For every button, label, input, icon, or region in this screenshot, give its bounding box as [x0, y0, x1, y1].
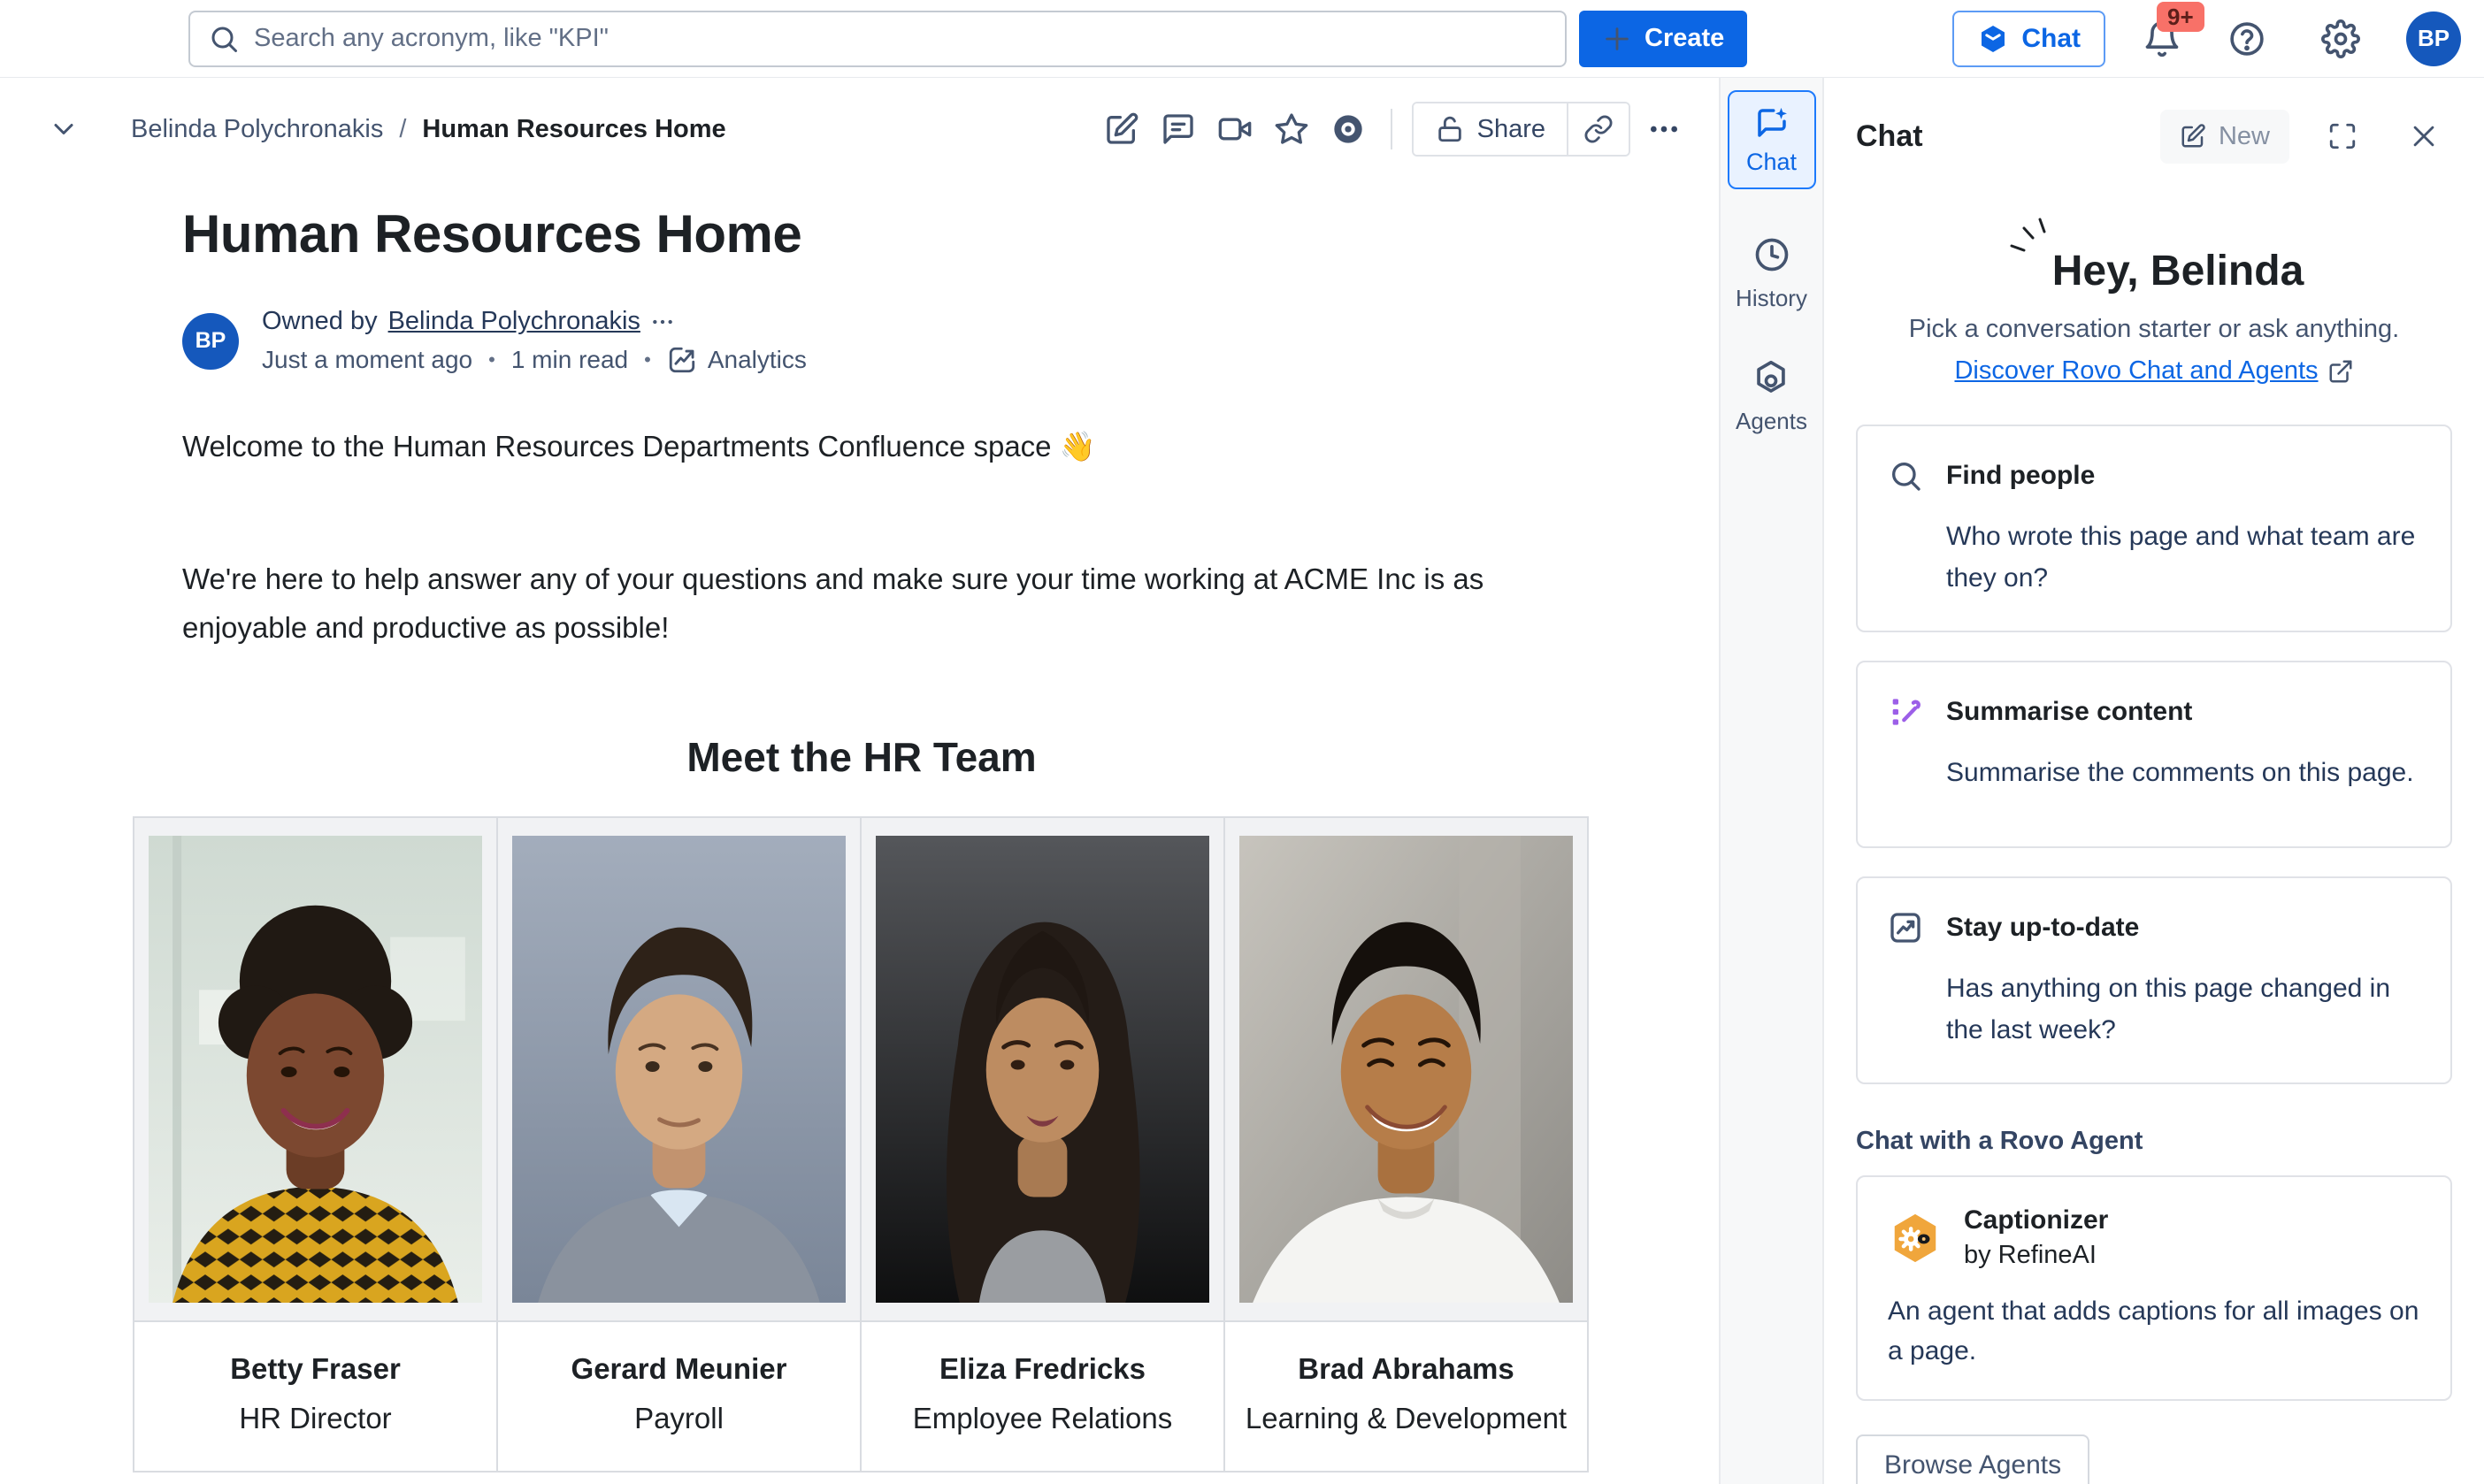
toolbar-divider — [1391, 109, 1392, 149]
rovo-agent-section-heading: Chat with a Rovo Agent — [1856, 1127, 2452, 1156]
member-role: HR Director — [143, 1402, 487, 1435]
owner-avatar[interactable]: BP — [182, 313, 239, 370]
analytics-button[interactable]: Analytics — [667, 345, 807, 375]
welcome-paragraph: Welcome to the Human Resources Departmen… — [133, 423, 1513, 470]
owned-by-label: Owned by — [262, 307, 378, 336]
page-title: Human Resources Home — [182, 203, 1591, 264]
analytics-icon — [667, 345, 697, 375]
last-updated: Just a moment ago — [262, 346, 472, 374]
help-button[interactable] — [2219, 11, 2275, 67]
sparkle-decoration-icon — [2005, 216, 2051, 265]
expand-chat-button[interactable] — [2314, 108, 2371, 164]
comments-button[interactable] — [1150, 101, 1207, 157]
new-chat-pencil-icon — [2180, 123, 2206, 149]
team-member-cell: Brad Abrahams Learning & Development — [1224, 1321, 1588, 1472]
summarise-pencil-icon — [1888, 694, 1923, 730]
team-member-cell: Gerard Meunier Payroll — [497, 1321, 861, 1472]
rovo-logo-icon — [1977, 23, 2009, 55]
hr-team-table: Betty Fraser HR Director Gerard Meunier … — [133, 816, 1589, 1473]
rail-tab-history[interactable]: History — [1736, 235, 1807, 312]
more-actions-button[interactable] — [1636, 101, 1692, 157]
rail-tab-chat[interactable]: Chat — [1728, 90, 1816, 189]
owner-link[interactable]: Belinda Polychronakis — [388, 307, 640, 336]
byline-more-button[interactable] — [651, 310, 674, 333]
team-member-cell: Betty Fraser HR Director — [134, 1321, 497, 1472]
breadcrumb-current-page: Human Resources Home — [422, 115, 725, 144]
search-input[interactable] — [254, 24, 1547, 53]
member-role: Learning & Development — [1234, 1402, 1578, 1435]
discover-rovo-link[interactable]: Discover Rovo Chat and Agents — [1954, 356, 2318, 386]
agents-icon — [1752, 358, 1790, 397]
breadcrumb: Belinda Polychronakis / Human Resources … — [131, 115, 726, 144]
chat-panel: Chat New Hey, Belinda — [1822, 78, 2484, 1484]
breadcrumb-separator: / — [399, 115, 406, 144]
unlock-icon — [1435, 114, 1465, 144]
starter-card-summarise-content[interactable]: Summarise content Summarise the comments… — [1856, 661, 2452, 848]
video-button[interactable] — [1207, 101, 1263, 157]
global-search[interactable] — [188, 11, 1567, 67]
new-chat-button[interactable]: New — [2160, 110, 2289, 164]
member-name: Eliza Fredricks — [870, 1352, 1215, 1386]
star-button[interactable] — [1263, 101, 1320, 157]
trend-chart-icon — [1888, 910, 1923, 945]
history-icon — [1752, 235, 1791, 274]
chat-sparkle-icon — [1753, 104, 1790, 142]
photo-gerard-meunier — [512, 836, 846, 1303]
team-photo-cell — [1224, 817, 1588, 1321]
user-avatar[interactable]: BP — [2406, 11, 2461, 66]
team-photo-cell — [861, 817, 1224, 1321]
plus-icon — [1602, 24, 1632, 54]
right-rail: Chat History Agents — [1719, 78, 1822, 1484]
share-button[interactable]: Share — [1414, 103, 1567, 155]
photo-eliza-fredricks — [876, 836, 1209, 1303]
photo-betty-fraser — [149, 836, 482, 1303]
page-content-area: Belinda Polychronakis / Human Resources … — [0, 78, 1719, 1484]
top-navigation-bar: Create Chat 9+ BP — [0, 0, 2484, 78]
watch-button[interactable] — [1320, 101, 1376, 157]
team-photo-cell — [134, 817, 497, 1321]
create-button[interactable]: Create — [1579, 11, 1747, 67]
chat-greeting: Hey, Belinda — [2052, 247, 2304, 295]
member-name: Gerard Meunier — [507, 1352, 851, 1386]
intro-paragraph: We're here to help answer any of your qu… — [133, 555, 1513, 652]
agent-card-captionizer[interactable]: Captionizer by RefineAI An agent that ad… — [1856, 1175, 2452, 1401]
close-chat-button[interactable] — [2396, 108, 2452, 164]
settings-button[interactable] — [2312, 11, 2369, 67]
chat-toggle-button[interactable]: Chat — [1952, 11, 2105, 67]
edit-page-button[interactable] — [1093, 101, 1150, 157]
member-role: Employee Relations — [870, 1402, 1215, 1435]
team-photo-cell — [497, 817, 861, 1321]
notifications-button[interactable]: 9+ — [2143, 19, 2181, 58]
search-icon — [208, 23, 240, 55]
team-member-cell: Eliza Fredricks Employee Relations — [861, 1321, 1224, 1472]
collapse-sidebar-button[interactable] — [35, 101, 92, 157]
copy-link-button[interactable] — [1567, 103, 1629, 155]
member-role: Payroll — [507, 1402, 851, 1435]
starter-card-stay-up-to-date[interactable]: Stay up-to-date Has anything on this pag… — [1856, 876, 2452, 1084]
section-heading: Meet the HR Team — [133, 733, 1591, 781]
external-link-icon — [2327, 358, 2354, 385]
member-name: Brad Abrahams — [1234, 1352, 1578, 1386]
member-name: Betty Fraser — [143, 1352, 487, 1386]
browse-agents-button[interactable]: Browse Agents — [1856, 1434, 2089, 1484]
starter-card-find-people[interactable]: Find people Who wrote this page and what… — [1856, 425, 2452, 632]
captionizer-agent-icon — [1888, 1211, 1943, 1266]
breadcrumb-space-link[interactable]: Belinda Polychronakis — [131, 115, 383, 144]
photo-brad-abrahams — [1239, 836, 1573, 1303]
read-time: 1 min read — [511, 346, 628, 374]
byline-separator: • — [644, 348, 651, 371]
chat-subtitle: Pick a conversation starter or ask anyth… — [1856, 315, 2452, 344]
byline-separator: • — [488, 348, 495, 371]
find-people-search-icon — [1888, 458, 1923, 493]
rail-tab-agents[interactable]: Agents — [1736, 358, 1807, 435]
notification-badge: 9+ — [2157, 2, 2204, 33]
chat-panel-title: Chat — [1856, 119, 1923, 154]
